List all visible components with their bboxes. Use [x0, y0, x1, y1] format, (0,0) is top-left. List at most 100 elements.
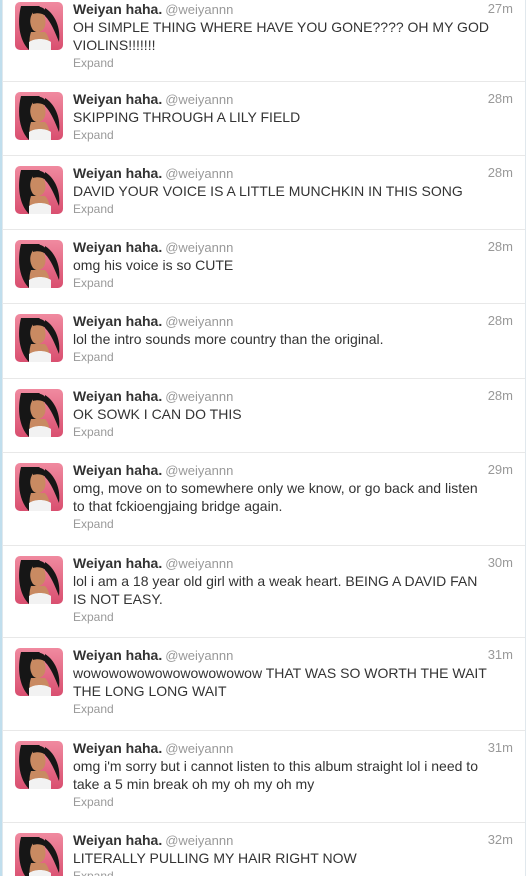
tweet-text: DAVID YOUR VOICE IS A LITTLE MUNCHKIN IN… — [73, 183, 463, 199]
profile-photo-pocahontas-icon — [15, 556, 63, 604]
tweet-item[interactable]: Weiyan haha. @weiyannn 30m lol i am a 18 … — [3, 546, 525, 638]
timestamp[interactable]: 27m — [488, 1, 513, 16]
tweet-text: SKIPPING THROUGH A LILY FIELD — [73, 109, 301, 125]
expand-link[interactable]: Expand — [73, 202, 114, 216]
fullname[interactable]: Weiyan haha. — [73, 555, 162, 571]
expand-link[interactable]: Expand — [73, 276, 114, 290]
tweet-text: omg, move on to somewhere only we know, … — [73, 480, 478, 514]
expand-link[interactable]: Expand — [73, 56, 114, 70]
tweet-header: Weiyan haha. @weiyannn 29m — [73, 462, 513, 480]
tweet-header: Weiyan haha. @weiyannn 30m — [73, 555, 513, 573]
tweet-item[interactable]: Weiyan haha. @weiyannn 28m lol the intro … — [3, 304, 525, 379]
tweet-header: Weiyan haha. @weiyannn 28m — [73, 239, 513, 257]
avatar[interactable] — [15, 833, 63, 876]
expand-link[interactable]: Expand — [73, 517, 114, 531]
expand-link[interactable]: Expand — [73, 610, 114, 624]
tweet-text: OK SOWK I CAN DO THIS — [73, 406, 242, 422]
username[interactable]: @weiyannn — [165, 741, 233, 756]
profile-photo-pocahontas-icon — [15, 389, 63, 437]
fullname[interactable]: Weiyan haha. — [73, 165, 162, 181]
tweet-item[interactable]: Weiyan haha. @weiyannn 31m wowowowowowowo… — [3, 638, 525, 731]
username[interactable]: @weiyannn — [165, 463, 233, 478]
tweet-item[interactable]: Weiyan haha. @weiyannn 32m LITERALLY PULL… — [3, 823, 525, 876]
avatar[interactable] — [15, 2, 63, 50]
tweet-text: LITERALLY PULLING MY HAIR RIGHT NOW — [73, 850, 357, 866]
profile-photo-pocahontas-icon — [15, 314, 63, 362]
username[interactable]: @weiyannn — [165, 166, 233, 181]
tweet-header: Weiyan haha. @weiyannn 28m — [73, 91, 513, 109]
timestamp[interactable]: 32m — [488, 832, 513, 847]
profile-photo-pocahontas-icon — [15, 648, 63, 696]
tweet-text: omg his voice is so CUTE — [73, 257, 234, 273]
fullname[interactable]: Weiyan haha. — [73, 91, 162, 107]
timestamp[interactable]: 28m — [488, 165, 513, 180]
username[interactable]: @weiyannn — [165, 389, 233, 404]
avatar[interactable] — [15, 314, 63, 362]
tweet-header: Weiyan haha. @weiyannn 32m — [73, 832, 513, 850]
tweet-text: wowowowowowowowowowow THAT WAS SO WORTH … — [73, 665, 487, 699]
tweet-header: Weiyan haha. @weiyannn 28m — [73, 313, 513, 331]
username[interactable]: @weiyannn — [165, 648, 233, 663]
expand-link[interactable]: Expand — [73, 869, 114, 876]
avatar[interactable] — [15, 648, 63, 696]
profile-photo-pocahontas-icon — [15, 463, 63, 511]
tweet-item[interactable]: Weiyan haha. @weiyannn 27m OH SIMPLE THIN… — [3, 0, 525, 82]
timestamp[interactable]: 31m — [488, 740, 513, 755]
timestamp[interactable]: 28m — [488, 388, 513, 403]
fullname[interactable]: Weiyan haha. — [73, 740, 162, 756]
profile-photo-pocahontas-icon — [15, 92, 63, 140]
fullname[interactable]: Weiyan haha. — [73, 239, 162, 255]
expand-link[interactable]: Expand — [73, 795, 114, 809]
username[interactable]: @weiyannn — [165, 833, 233, 848]
profile-photo-pocahontas-icon — [15, 2, 63, 50]
profile-photo-pocahontas-icon — [15, 741, 63, 789]
username[interactable]: @weiyannn — [165, 2, 233, 17]
tweet-item[interactable]: Weiyan haha. @weiyannn 28m SKIPPING THROU… — [3, 82, 525, 156]
timestamp[interactable]: 28m — [488, 91, 513, 106]
expand-link[interactable]: Expand — [73, 350, 114, 364]
fullname[interactable]: Weiyan haha. — [73, 1, 162, 17]
username[interactable]: @weiyannn — [165, 556, 233, 571]
profile-photo-pocahontas-icon — [15, 166, 63, 214]
fullname[interactable]: Weiyan haha. — [73, 388, 162, 404]
tweet-item[interactable]: Weiyan haha. @weiyannn 28m DAVID YOUR VOI… — [3, 156, 525, 230]
tweet-text: lol the intro sounds more country than t… — [73, 331, 384, 347]
fullname[interactable]: Weiyan haha. — [73, 647, 162, 663]
fullname[interactable]: Weiyan haha. — [73, 832, 162, 848]
avatar[interactable] — [15, 741, 63, 789]
avatar[interactable] — [15, 92, 63, 140]
tweet-header: Weiyan haha. @weiyannn 27m — [73, 1, 513, 19]
timestamp[interactable]: 28m — [488, 313, 513, 328]
tweet-header: Weiyan haha. @weiyannn 28m — [73, 388, 513, 406]
tweet-item[interactable]: Weiyan haha. @weiyannn 31m omg i'm sorry … — [3, 731, 525, 823]
tweet-item[interactable]: Weiyan haha. @weiyannn 28m OK SOWK I CAN … — [3, 379, 525, 453]
profile-photo-pocahontas-icon — [15, 240, 63, 288]
username[interactable]: @weiyannn — [165, 240, 233, 255]
username[interactable]: @weiyannn — [165, 314, 233, 329]
timestamp[interactable]: 30m — [488, 555, 513, 570]
timestamp[interactable]: 31m — [488, 647, 513, 662]
avatar[interactable] — [15, 556, 63, 604]
username[interactable]: @weiyannn — [165, 92, 233, 107]
tweet-text: lol i am a 18 year old girl with a weak … — [73, 573, 478, 607]
avatar[interactable] — [15, 166, 63, 214]
avatar[interactable] — [15, 389, 63, 437]
tweet-item[interactable]: Weiyan haha. @weiyannn 28m omg his voice … — [3, 230, 525, 304]
expand-link[interactable]: Expand — [73, 425, 114, 439]
timestamp[interactable]: 29m — [488, 462, 513, 477]
fullname[interactable]: Weiyan haha. — [73, 462, 162, 478]
tweet-text: omg i'm sorry but i cannot listen to thi… — [73, 758, 478, 792]
expand-link[interactable]: Expand — [73, 702, 114, 716]
timeline: Weiyan haha. @weiyannn 27m OH SIMPLE THIN… — [2, 0, 526, 876]
profile-photo-pocahontas-icon — [15, 833, 63, 876]
fullname[interactable]: Weiyan haha. — [73, 313, 162, 329]
expand-link[interactable]: Expand — [73, 128, 114, 142]
tweet-text: OH SIMPLE THING WHERE HAVE YOU GONE???? … — [73, 19, 489, 53]
tweet-header: Weiyan haha. @weiyannn 31m — [73, 647, 513, 665]
tweet-header: Weiyan haha. @weiyannn 31m — [73, 740, 513, 758]
tweet-item[interactable]: Weiyan haha. @weiyannn 29m omg, move on t… — [3, 453, 525, 546]
timestamp[interactable]: 28m — [488, 239, 513, 254]
avatar[interactable] — [15, 240, 63, 288]
tweet-header: Weiyan haha. @weiyannn 28m — [73, 165, 513, 183]
avatar[interactable] — [15, 463, 63, 511]
